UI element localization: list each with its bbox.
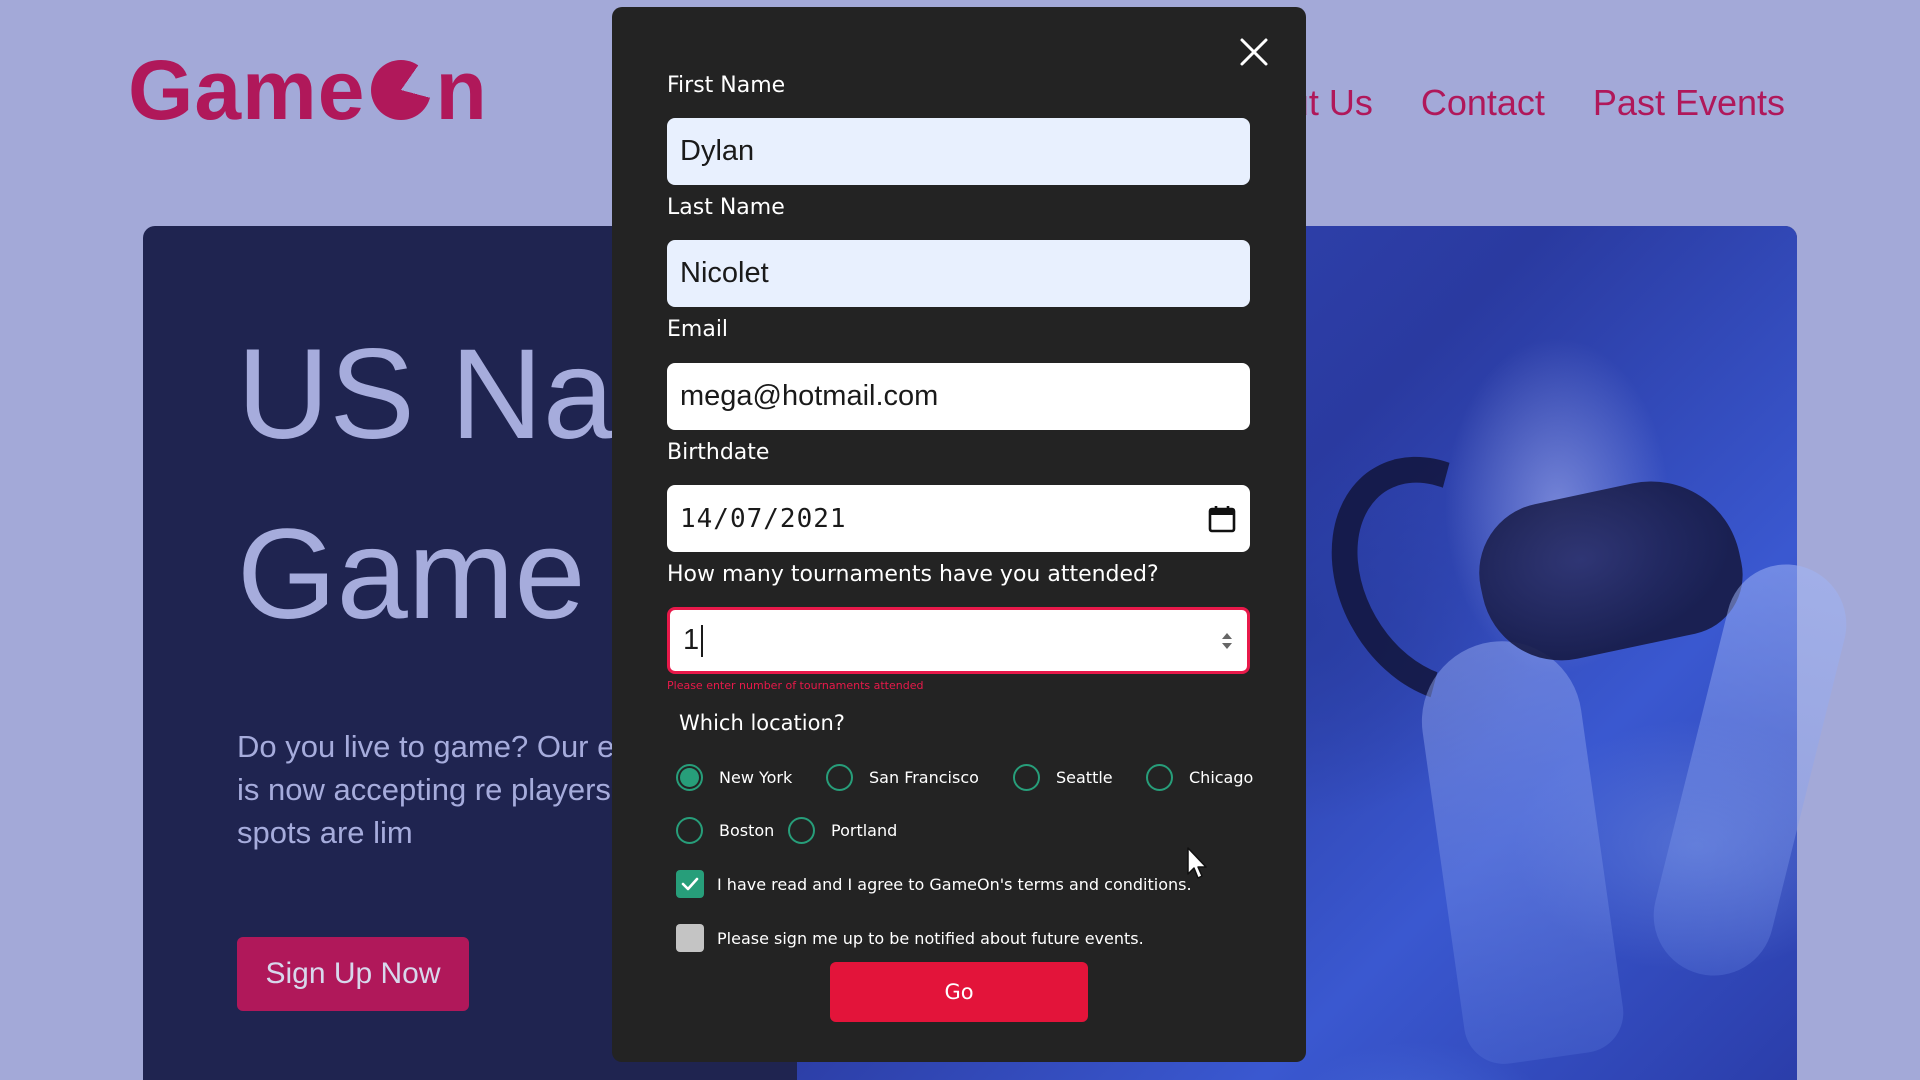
logo-text-n: n: [435, 43, 488, 137]
calendar-icon[interactable]: [1207, 504, 1237, 534]
location-label: Which location?: [679, 711, 845, 735]
radio-button-checked[interactable]: [676, 764, 703, 791]
terms-label: I have read and I agree to GameOn's term…: [717, 874, 1192, 894]
hero-title: US Na Game: [237, 305, 614, 665]
radio-button[interactable]: [676, 817, 703, 844]
tournaments-value: 1: [683, 623, 700, 656]
spinner-up-icon[interactable]: [1222, 632, 1232, 639]
birthdate-field[interactable]: 14/07/2021: [667, 485, 1250, 552]
number-spinner[interactable]: [1222, 632, 1232, 649]
main-nav: ut Us Contact Past Events: [1289, 82, 1785, 124]
tournaments-label: How many tournaments have you attended?: [667, 562, 1159, 587]
radio-seattle[interactable]: Seattle: [1013, 764, 1113, 791]
logo-text-game: Game: [128, 43, 366, 137]
logo-pacman-icon: [371, 60, 432, 120]
radio-label-san-francisco: San Francisco: [869, 768, 979, 787]
hero-description: Do you live to game? Our event is now ac…: [237, 729, 673, 850]
radio-label-new-york: New York: [719, 768, 793, 787]
tournaments-value-wrap: 1: [683, 623, 704, 658]
birthdate-value: 14/07/2021: [680, 503, 847, 534]
text-caret: [701, 625, 704, 658]
check-icon: [681, 877, 699, 891]
hero-title-line-1: US Na: [237, 323, 614, 466]
tournaments-error-message: Please enter number of tournaments atten…: [667, 679, 924, 692]
radio-button[interactable]: [788, 817, 815, 844]
first-name-field[interactable]: Dylan: [667, 118, 1250, 185]
radio-button[interactable]: [826, 764, 853, 791]
close-icon[interactable]: [1236, 34, 1272, 70]
radio-boston[interactable]: Boston: [676, 817, 774, 844]
radio-button[interactable]: [1146, 764, 1173, 791]
terms-checkbox-row[interactable]: I have read and I agree to GameOn's term…: [676, 870, 1192, 898]
notify-checkbox[interactable]: [676, 924, 704, 952]
email-value: mega@hotmail.com: [680, 380, 939, 412]
radio-portland[interactable]: Portland: [788, 817, 897, 844]
radio-label-boston: Boston: [719, 821, 775, 840]
email-label: Email: [667, 317, 729, 342]
radio-new-york[interactable]: New York: [676, 764, 792, 791]
last-name-field[interactable]: Nicolet: [667, 240, 1250, 307]
radio-label-portland: Portland: [831, 821, 898, 840]
radio-san-francisco[interactable]: San Francisco: [826, 764, 979, 791]
spinner-down-icon[interactable]: [1222, 642, 1232, 649]
sign-up-now-button[interactable]: Sign Up Now: [237, 937, 469, 1011]
nav-item-contact[interactable]: Contact: [1421, 82, 1545, 124]
radio-chicago[interactable]: Chicago: [1146, 764, 1253, 791]
last-name-label: Last Name: [667, 195, 785, 220]
hero-title-line-2: Game: [237, 503, 586, 646]
terms-checkbox[interactable]: [676, 870, 704, 898]
go-submit-button[interactable]: Go: [830, 962, 1088, 1022]
nav-item-past-events[interactable]: Past Events: [1593, 82, 1785, 124]
first-name-label: First Name: [667, 73, 786, 98]
gameon-logo[interactable]: Game n: [128, 48, 488, 132]
last-name-value: Nicolet: [680, 257, 769, 289]
tournaments-quantity-field[interactable]: 1: [667, 607, 1250, 674]
radio-label-seattle: Seattle: [1056, 768, 1113, 787]
mouse-cursor-icon: [1187, 847, 1207, 879]
notify-checkbox-row[interactable]: Please sign me up to be notified about f…: [676, 924, 1144, 952]
first-name-value: Dylan: [680, 135, 755, 167]
radio-label-chicago: Chicago: [1189, 768, 1254, 787]
notify-label: Please sign me up to be notified about f…: [717, 928, 1144, 948]
radio-button[interactable]: [1013, 764, 1040, 791]
email-field[interactable]: mega@hotmail.com: [667, 363, 1250, 430]
birthdate-label: Birthdate: [667, 440, 770, 465]
